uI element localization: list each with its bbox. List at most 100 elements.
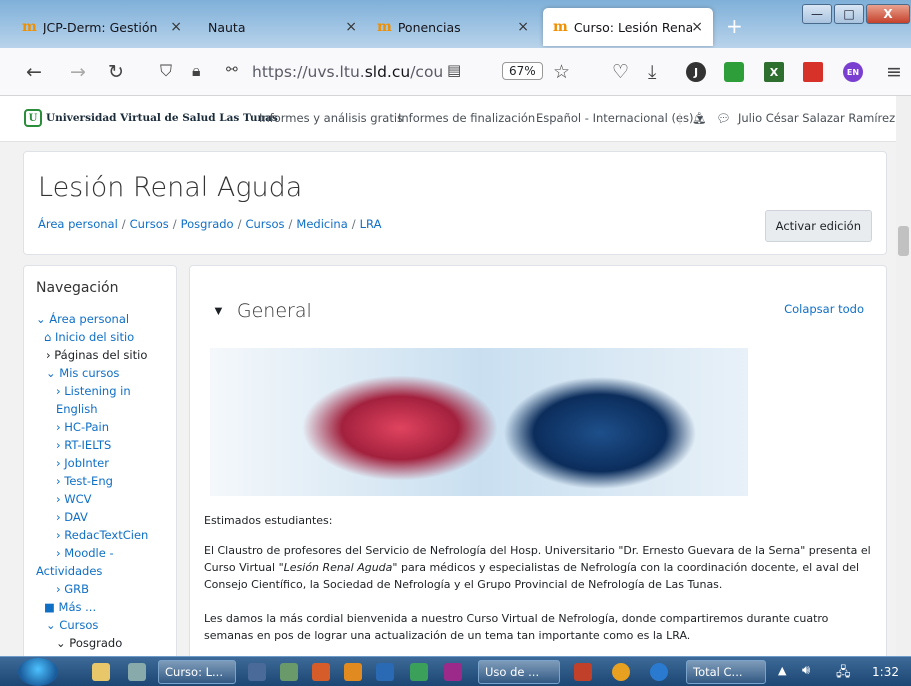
section-header[interactable]: ▼ General [212,300,312,322]
minimize-button[interactable]: — [802,4,832,24]
nav-item-paginas[interactable]: › Páginas del sitio [36,346,174,364]
save-icon[interactable] [376,663,394,681]
page-scrollbar[interactable] [896,96,911,656]
app-icon[interactable] [410,663,428,681]
tab-close-icon[interactable]: × [691,19,703,35]
pocket-icon[interactable]: ♡ [612,61,629,83]
tracking-protection-icon[interactable]: ⛉ [160,61,172,81]
url-bar[interactable]: ⛉ 🔒︎ ⚯ https://uvs.ltu.sld.cu/course/vie… [152,55,544,89]
welcome-paragraph: Les damos la más cordial bienvenida a nu… [204,612,829,642]
zoom-level-indicator[interactable]: 67% [502,62,543,80]
reader-view-icon[interactable]: ▤ [447,61,461,79]
green-extension-icon[interactable] [724,62,744,82]
tab-ponencias[interactable]: m Ponencias × [367,8,539,46]
nav-item-area-personal[interactable]: ⌄ Área personal [36,310,174,328]
network-icon[interactable]: 🖧 [836,663,851,685]
maximize-button[interactable]: □ [834,4,864,24]
site-name: Universidad Virtual de Salud Las Tunas [46,112,278,124]
analytics-link[interactable]: Informes y análisis gratis [259,111,403,125]
nav-item-posgrado[interactable]: ⌄ Posgrado [36,634,174,652]
nav-item-course[interactable]: › DAV [36,508,174,526]
collapse-all-link[interactable]: Colapsar todo [784,302,864,316]
tab-jcp-derm[interactable]: m JCP-Derm: Gestión × [12,8,192,46]
nav-item-course[interactable]: › GRB [36,580,174,598]
explorer-icon[interactable] [92,663,110,681]
tab-close-icon[interactable]: × [345,19,357,35]
app-icon[interactable] [444,663,462,681]
nav-item-course-cont[interactable]: English [36,400,174,418]
forward-arrow-icon[interactable]: → [70,61,86,83]
red-extension-icon[interactable] [803,62,823,82]
bookmark-star-icon[interactable]: ☆ [553,61,570,83]
nav-item-mas[interactable]: ■ Más ... [36,598,174,616]
breadcrumb-item[interactable]: Cursos [130,217,169,231]
nav-item-course-cont[interactable]: Actividades [36,562,174,580]
messages-icon[interactable]: 💬︎ [716,111,731,125]
breadcrumb-item[interactable]: LRA [360,217,382,231]
navigation-block: Navegación ⌄ Área personal ⌂ Inicio del … [23,265,177,665]
taskbar-totalcmd-button[interactable]: Total C... [686,660,766,684]
breadcrumb: Área personal / Cursos / Posgrado / Cursos / Med… [38,217,382,231]
navigation-heading: Navegación [36,280,119,296]
tab-close-icon[interactable]: × [517,19,529,35]
page-header: Lesión Renal Aguda Área personal / Cursos /… [23,151,887,255]
chevron-down-icon[interactable]: ▼ [212,303,225,319]
app-icon[interactable] [650,663,668,681]
nav-item-course[interactable]: › JobInter [36,454,174,472]
nav-item-course[interactable]: › Moodle - [36,544,174,562]
nav-item-course[interactable]: › Test-Eng [36,472,174,490]
tab-label: Curso: Lesión Renal [573,19,692,35]
app-icon[interactable] [280,663,298,681]
kidney-banner-image [210,348,748,496]
app-icon[interactable] [574,663,592,681]
tool-icon[interactable] [128,663,146,681]
scrollbar-thumb[interactable] [898,226,909,256]
j-extension-icon[interactable]: J [686,62,706,82]
reload-icon[interactable]: ↻ [108,61,124,83]
site-brand[interactable]: U Universidad Virtual de Salud Las Tunas [24,109,278,127]
lock-icon[interactable]: 🔒︎ [192,61,201,81]
permissions-icon[interactable]: ⚯ [226,62,238,78]
app-icon[interactable] [248,663,266,681]
breadcrumb-item[interactable]: Cursos [245,217,284,231]
close-window-button[interactable]: X [866,4,910,24]
downloads-icon[interactable]: ⤓ [648,61,656,83]
en-extension-icon[interactable]: EN [843,62,863,82]
tab-curso-lesion-renal[interactable]: m Curso: Lesión Renal × [543,8,713,46]
x-extension-icon[interactable]: X [764,62,784,82]
course-content: ▼ General Colapsar todo Estimados estudi… [189,265,887,665]
nav-item-inicio[interactable]: ⌂ Inicio del sitio [36,328,174,346]
new-tab-button[interactable]: + [726,14,743,38]
app-icon[interactable] [344,663,362,681]
breadcrumb-item[interactable]: Área personal [38,217,118,231]
menu-hamburger-icon[interactable]: ≡ [886,61,902,83]
notifications-bell-icon[interactable]: 🔔︎ [692,111,707,125]
moodle-favicon-icon: m [553,19,568,35]
taskbar-word-button[interactable]: Uso de ... [478,660,560,684]
completion-reports-link[interactable]: Informes de finalización [398,111,535,125]
browser-nav-bar: ← → ↻ ⛉ 🔒︎ ⚯ https://uvs.ltu.sld.cu/cour… [0,48,911,96]
intro-paragraph: El Claustro de profesores del Servicio d… [204,544,871,591]
nav-item-mis-cursos[interactable]: ⌄ Mis cursos [36,364,174,382]
nav-item-course[interactable]: › WCV [36,490,174,508]
user-menu[interactable]: Julio César Salazar Ramírez [738,111,895,125]
nav-item-course[interactable]: › Listening in [36,382,174,400]
url-text[interactable]: https://uvs.ltu.sld.cu/course/vie [252,63,442,81]
volume-icon[interactable]: 🔊︎ [802,663,810,678]
taskbar-firefox-button[interactable]: Curso: L... [158,660,236,684]
tab-close-icon[interactable]: × [170,19,182,35]
start-button[interactable] [18,658,58,686]
breadcrumb-item[interactable]: Medicina [296,217,347,231]
app-icon[interactable] [312,663,330,681]
tray-expand-icon[interactable]: ▲ [778,664,786,677]
back-arrow-icon[interactable]: ← [26,61,42,83]
nav-item-cursos[interactable]: ⌄ Cursos [36,616,174,634]
nav-item-course[interactable]: › RedacTextCien [36,526,174,544]
turn-editing-on-button[interactable]: Activar edición [764,210,872,242]
nav-item-course[interactable]: › HC-Pain [36,418,174,436]
page-title: Lesión Renal Aguda [38,172,303,203]
chrome-icon[interactable] [612,663,630,681]
nav-item-course[interactable]: › RT-IELTS [36,436,174,454]
breadcrumb-item[interactable]: Posgrado [181,217,234,231]
tab-nauta[interactable]: Nauta × [192,8,367,46]
